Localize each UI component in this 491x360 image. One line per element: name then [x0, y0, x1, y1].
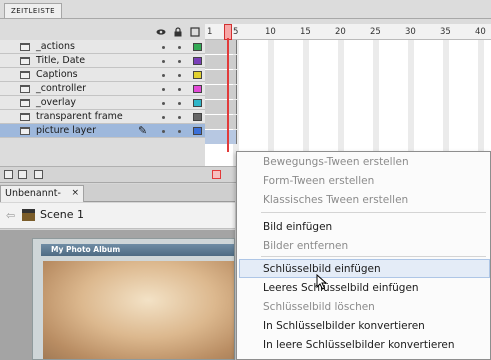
frame-grid[interactable]: 1 5 10 15 20 25 30 35 40	[205, 24, 491, 170]
layer-name: Captions	[36, 69, 78, 80]
layer-row[interactable]: _overlay	[0, 96, 205, 110]
layer-icon	[20, 85, 30, 93]
layer-color-swatch[interactable]	[193, 85, 202, 93]
photo-album-frame: My Photo Album	[32, 238, 235, 360]
menu-item-create-classic-tween[interactable]: Klassisches Tween erstellen	[263, 193, 408, 207]
new-folder-icon[interactable]	[18, 170, 27, 179]
ruler-number: 1	[207, 27, 213, 37]
scene-label[interactable]: Scene 1	[40, 208, 84, 221]
album-title-bar: My Photo Album	[41, 244, 234, 256]
center-frame-icon[interactable]	[212, 170, 221, 179]
close-icon[interactable]: ×	[71, 186, 79, 201]
layer-row-selected[interactable]: picture layer ✎	[0, 124, 205, 138]
lock-icon[interactable]	[173, 27, 183, 37]
ruler-number: 15	[300, 27, 311, 37]
document-tab-bar: Unbenannt-2.fla* ×	[0, 184, 235, 214]
layer-icon	[20, 71, 30, 79]
menu-item-convert-to-blank-keyframes[interactable]: In leere Schlüsselbilder konvertieren	[263, 338, 455, 352]
layer-name: transparent frame	[36, 111, 123, 122]
ruler-number: 20	[335, 27, 346, 37]
trash-icon[interactable]	[34, 170, 43, 179]
menu-item-clear-keyframe[interactable]: Schlüsselbild löschen	[263, 300, 375, 314]
stage[interactable]: My Photo Album	[0, 230, 235, 360]
visibility-dot[interactable]	[162, 116, 165, 119]
layer-color-swatch[interactable]	[193, 113, 202, 121]
document-tab[interactable]: Unbenannt-2.fla* ×	[0, 185, 84, 214]
layer-color-swatch[interactable]	[193, 99, 202, 107]
menu-item-convert-to-keyframes[interactable]: In Schlüsselbilder konvertieren	[263, 319, 425, 333]
layer-name: picture layer	[36, 125, 97, 136]
menu-separator	[261, 212, 486, 213]
mouse-cursor-icon	[316, 274, 328, 290]
layer-name: _controller	[36, 83, 87, 94]
lock-dot[interactable]	[178, 60, 181, 63]
menu-item-create-shape-tween[interactable]: Form-Tween erstellen	[263, 174, 374, 188]
layer-icon	[20, 57, 30, 65]
layer-row[interactable]: _controller	[0, 82, 205, 96]
scene-bar: ⇦ Scene 1	[0, 203, 235, 229]
timeline-tab-divider	[0, 18, 491, 19]
menu-item-create-motion-tween[interactable]: Bewegungs-Tween erstellen	[263, 155, 409, 169]
layer-color-swatch[interactable]	[193, 71, 202, 79]
layer-color-swatch[interactable]	[193, 57, 202, 65]
lock-dot[interactable]	[178, 116, 181, 119]
photo	[43, 261, 234, 359]
eye-icon[interactable]	[156, 27, 166, 37]
ruler-number: 10	[265, 27, 276, 37]
layer-icon	[20, 127, 30, 135]
visibility-dot[interactable]	[162, 46, 165, 49]
keyframe-span[interactable]	[205, 85, 237, 99]
keyframe-span[interactable]	[205, 130, 237, 144]
timeline-tab[interactable]: ZEITLEISTE	[4, 3, 62, 19]
layer-header	[0, 24, 232, 40]
menu-item-insert-blank-keyframe[interactable]: Leeres Schlüsselbild einfügen	[263, 281, 419, 295]
clapperboard-icon	[22, 209, 35, 221]
menu-separator	[261, 256, 486, 257]
visibility-dot[interactable]	[162, 88, 165, 91]
layer-name: Title, Date	[36, 55, 86, 66]
layer-color-swatch[interactable]	[193, 127, 202, 135]
layer-row[interactable]: Title, Date	[0, 54, 205, 68]
keyframe-span[interactable]	[205, 70, 237, 84]
keyframe-span[interactable]	[205, 40, 237, 54]
ruler-number: 35	[440, 27, 451, 37]
layer-list: _actions Title, Date Captions _controlle…	[0, 40, 205, 138]
new-layer-icon[interactable]	[4, 170, 13, 179]
lock-dot[interactable]	[178, 88, 181, 91]
menu-item-insert-frame[interactable]: Bild einfügen	[263, 220, 332, 234]
layer-row[interactable]: _actions	[0, 40, 205, 54]
layer-name: _overlay	[36, 97, 77, 108]
lock-dot[interactable]	[178, 46, 181, 49]
album-title: My Photo Album	[51, 245, 121, 254]
context-menu: Bewegungs-Tween erstellen Form-Tween ers…	[236, 151, 491, 360]
keyframe-span[interactable]	[205, 55, 237, 69]
layer-icon	[20, 99, 30, 107]
layer-row[interactable]: Captions	[0, 68, 205, 82]
ruler-number: 40	[475, 27, 486, 37]
layer-row[interactable]: transparent frame	[0, 110, 205, 124]
lock-dot[interactable]	[178, 130, 181, 133]
lock-dot[interactable]	[178, 74, 181, 77]
visibility-dot[interactable]	[162, 74, 165, 77]
ruler-number: 5	[233, 27, 239, 37]
layer-icon	[20, 43, 30, 51]
keyframe-span[interactable]	[205, 100, 237, 114]
frame-ruler[interactable]: 1 5 10 15 20 25 30 35 40	[205, 24, 491, 40]
pencil-icon: ✎	[138, 124, 148, 137]
ruler-number: 25	[370, 27, 381, 37]
layer-icon	[20, 113, 30, 121]
playhead-line	[227, 38, 229, 152]
visibility-dot[interactable]	[162, 130, 165, 133]
menu-item-remove-frames[interactable]: Bilder entfernen	[263, 239, 348, 253]
back-arrow-icon[interactable]: ⇦	[6, 209, 15, 222]
layer-color-swatch[interactable]	[193, 43, 202, 51]
keyframe-span[interactable]	[205, 115, 237, 129]
ruler-number: 30	[405, 27, 416, 37]
visibility-dot[interactable]	[162, 60, 165, 63]
visibility-dot[interactable]	[162, 102, 165, 105]
outline-icon[interactable]	[190, 27, 200, 37]
lock-dot[interactable]	[178, 102, 181, 105]
layer-name: _actions	[36, 41, 75, 52]
